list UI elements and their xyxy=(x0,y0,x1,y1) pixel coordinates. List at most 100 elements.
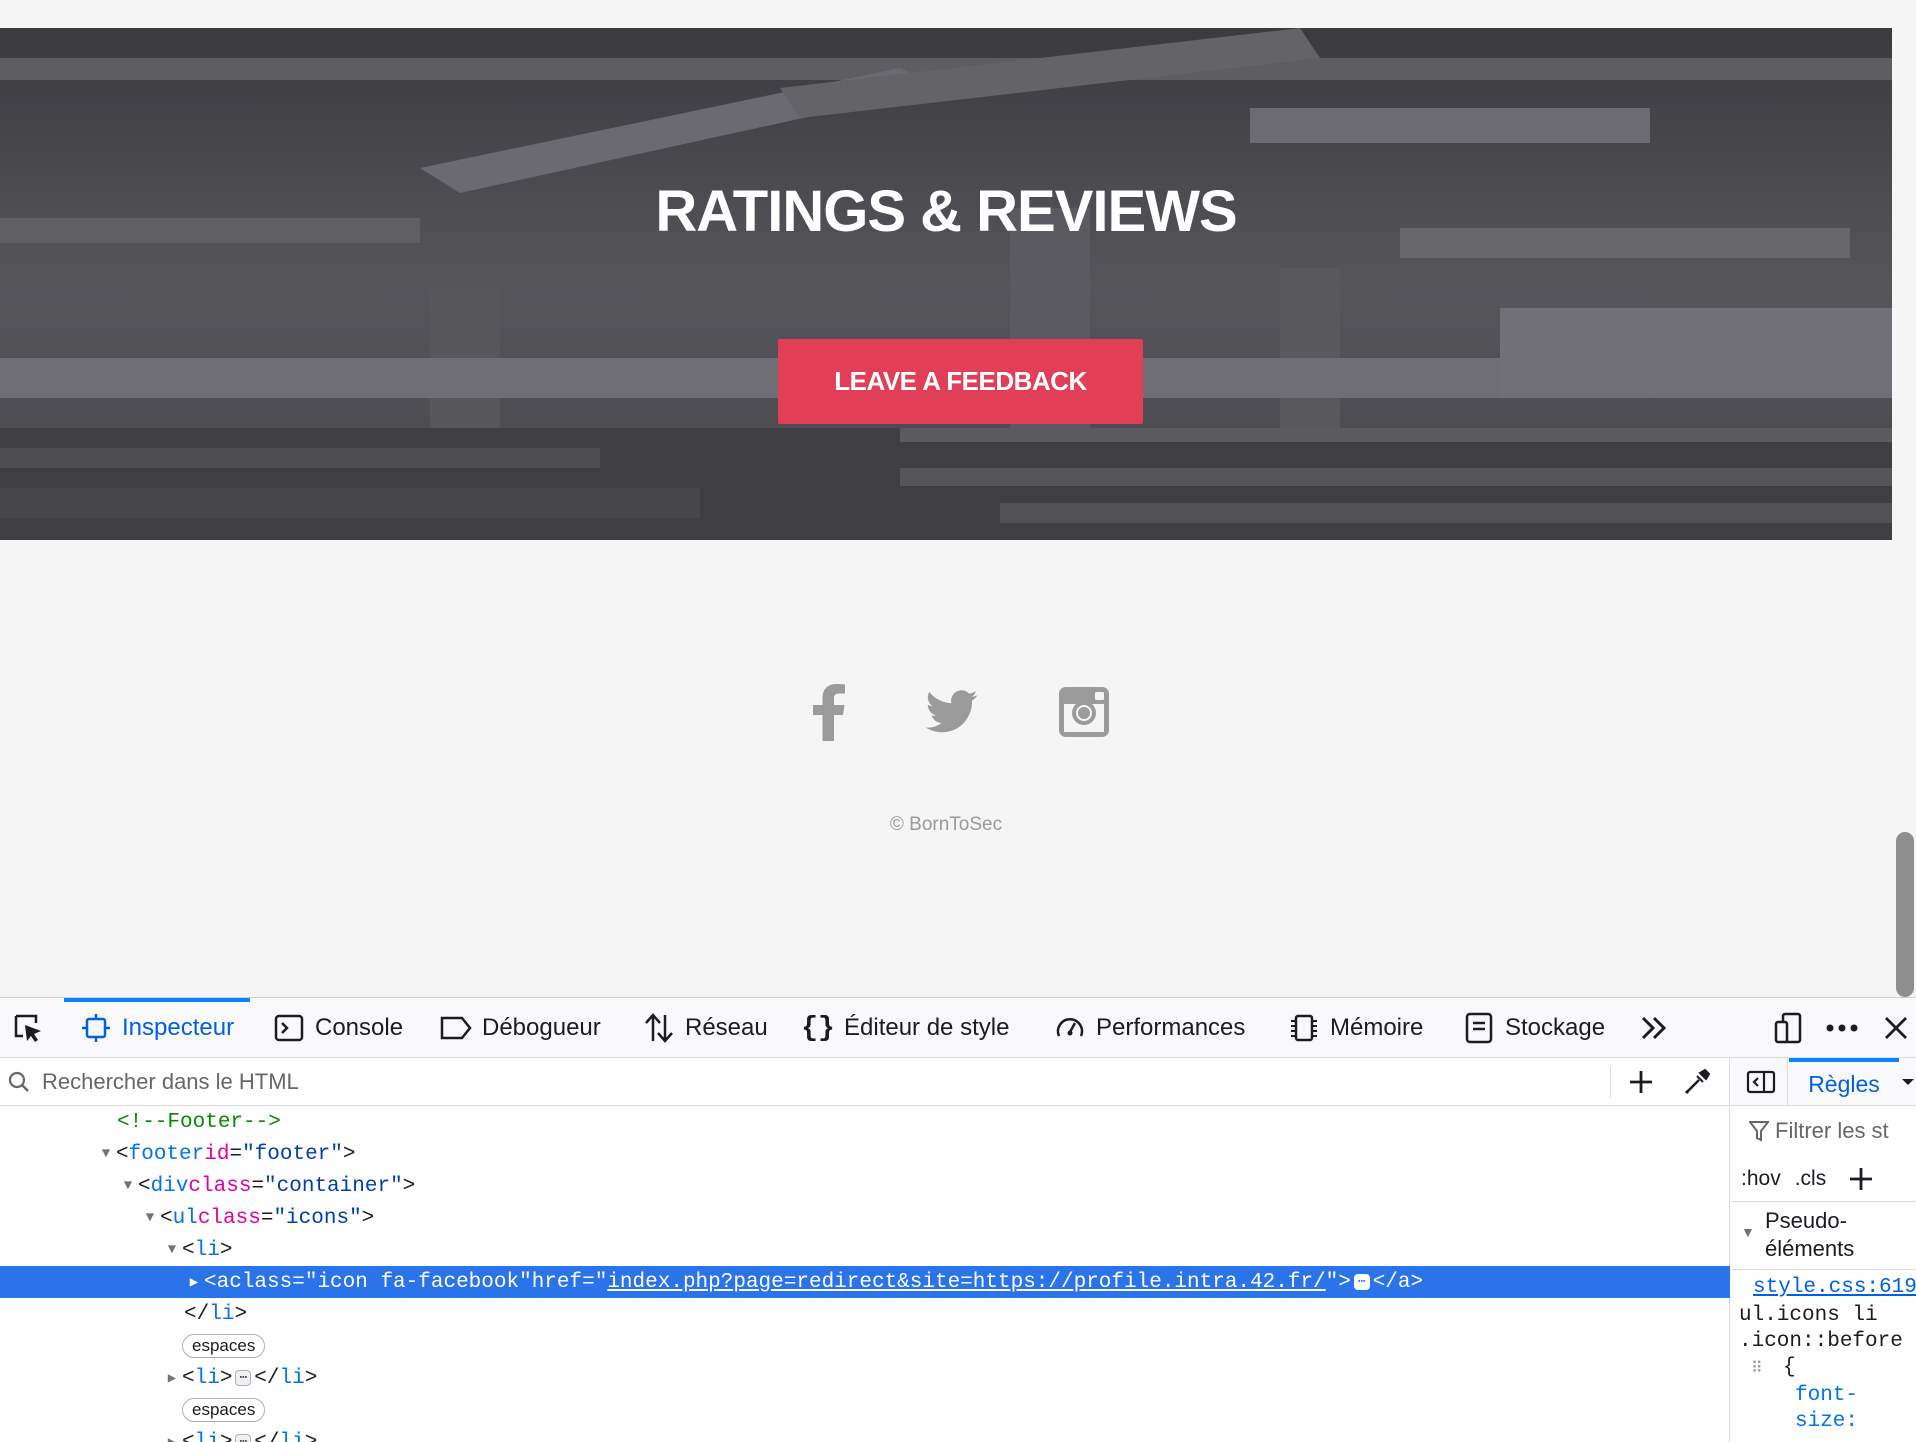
css-selector-line2: .icon::before xyxy=(1739,1330,1903,1353)
tag-name: li xyxy=(209,1302,235,1326)
tag-name: ul xyxy=(172,1206,198,1230)
tag-name: li xyxy=(279,1430,305,1442)
leave-feedback-button[interactable]: LEAVE A FEEDBACK xyxy=(778,339,1143,424)
collapsed-triangle-icon[interactable]: ▶ xyxy=(162,1434,182,1442)
cls-toggle[interactable]: .cls xyxy=(1795,1167,1827,1191)
href-link[interactable]: index.php?page=redirect&site=https://pro… xyxy=(607,1271,1325,1294)
more-tools-button[interactable] xyxy=(1634,998,1674,1058)
copyright-text: © BornToSec xyxy=(889,814,1003,835)
tab-performances[interactable]: Performances xyxy=(1054,998,1245,1058)
tab-reseau[interactable]: Réseau xyxy=(643,998,768,1058)
pseudo-label-line2: éléments xyxy=(1765,1236,1855,1261)
sidebar-tabs-dropdown[interactable] xyxy=(1901,1072,1916,1092)
tree-row-li-collapsed[interactable]: ▶<li>⋯</li> xyxy=(0,1426,1730,1442)
responsive-design-icon xyxy=(1774,1012,1802,1044)
plus-icon xyxy=(1630,1071,1652,1093)
collapsed-triangle-icon[interactable]: ▶ xyxy=(184,1274,204,1291)
ratings-hero-section: RATINGS & REVIEWS LEAVE A FEEDBACK xyxy=(0,28,1892,540)
tab-memoire-label: Mémoire xyxy=(1330,1014,1424,1041)
toggle-sidebar-button[interactable] xyxy=(1743,1066,1779,1098)
tab-editeur-de-style[interactable]: {} Éditeur de style xyxy=(801,998,1010,1058)
tag-name: li xyxy=(194,1430,220,1442)
tab-stockage-label: Stockage xyxy=(1505,1014,1606,1041)
tab-debogueur-label: Débogueur xyxy=(482,1014,601,1041)
page-scrollbar[interactable] xyxy=(1892,0,1916,997)
collapsed-children-ellipsis[interactable]: ⋯ xyxy=(1353,1274,1370,1290)
eyedropper-icon xyxy=(1684,1068,1711,1095)
hov-toggle[interactable]: :hov xyxy=(1741,1167,1781,1191)
devtools-panel: Inspecteur Console Débogueur Réseau {} É… xyxy=(0,997,1916,1442)
element-picker-button[interactable] xyxy=(8,998,48,1058)
tab-inspecteur-label: Inspecteur xyxy=(122,1014,235,1041)
tree-row-li[interactable]: ▼ < li > xyxy=(0,1234,1730,1266)
eyedropper-button[interactable] xyxy=(1674,1058,1720,1106)
attr-value: "icons" xyxy=(273,1206,362,1230)
css-property-line1[interactable]: font- xyxy=(1795,1384,1858,1407)
instagram-icon xyxy=(1059,687,1109,737)
drag-handle-icon[interactable]: ⠿ xyxy=(1751,1358,1763,1378)
twitter-link[interactable] xyxy=(922,682,982,742)
tree-row-a-facebook-selected[interactable]: ▶ < a class = "icon fa-facebook" href =" index… xyxy=(0,1266,1730,1298)
markup-view: <!--Footer--> ▼<footer id="footer"> ▼<di… xyxy=(0,1058,1730,1442)
html-tree: <!--Footer--> ▼ < footer id = "footer" > ▼ < di… xyxy=(0,1106,1730,1442)
collapsed-children-ellipsis[interactable]: ⋯ xyxy=(235,1434,252,1442)
attr-value: "icon fa-facebook" xyxy=(304,1270,532,1294)
hero-background-image xyxy=(0,28,1892,540)
css-property-line2[interactable]: size: xyxy=(1795,1410,1858,1433)
collapsed-children-ellipsis[interactable]: ⋯ xyxy=(235,1370,252,1386)
tab-console[interactable]: Console xyxy=(273,998,403,1058)
tree-row-div-container[interactable]: ▼ < div class = "container" > xyxy=(0,1170,1730,1202)
element-picker-icon xyxy=(14,1014,41,1042)
close-devtools-button[interactable] xyxy=(1876,998,1916,1058)
attr-value: "footer" xyxy=(242,1142,343,1166)
expanded-triangle-icon[interactable]: ▼ xyxy=(140,1210,160,1226)
storage-icon xyxy=(1463,1012,1495,1044)
devtools-menu-button[interactable] xyxy=(1822,998,1862,1058)
attr-name: class xyxy=(229,1270,293,1294)
attr-value: "container" xyxy=(264,1174,403,1198)
rules-pseudo-toggles: :hov .cls xyxy=(1731,1156,1916,1202)
responsive-mode-button[interactable] xyxy=(1768,998,1808,1058)
tab-regles[interactable]: Règles xyxy=(1789,1058,1899,1106)
whitespace-badge[interactable]: espaces xyxy=(182,1398,266,1422)
tab-inspecteur[interactable]: Inspecteur xyxy=(64,998,251,1058)
attr-name: id xyxy=(204,1142,230,1166)
tab-memoire[interactable]: Mémoire xyxy=(1288,998,1423,1058)
tree-row-footer[interactable]: ▼ < footer id = "footer" > xyxy=(0,1138,1730,1170)
expanded-triangle-icon[interactable]: ▼ xyxy=(162,1242,182,1258)
tab-debogueur[interactable]: Débogueur xyxy=(440,998,601,1058)
close-icon xyxy=(1885,1017,1907,1039)
hero-title: RATINGS & REVIEWS xyxy=(655,179,1237,244)
rules-tab-divider xyxy=(1787,1058,1788,1106)
chevron-down-icon xyxy=(1902,1079,1914,1085)
rules-filter-bar[interactable]: Filtrer les st xyxy=(1731,1106,1916,1156)
facebook-link[interactable] xyxy=(799,682,859,742)
plus-icon xyxy=(1850,1167,1873,1190)
pseudo-elements-header[interactable]: ▼ Pseudo- éléments xyxy=(1731,1202,1916,1270)
tab-editeur-de-style-label: Éditeur de style xyxy=(844,1014,1010,1041)
expanded-triangle-icon[interactable]: ▼ xyxy=(96,1146,116,1162)
collapsed-triangle-icon[interactable]: ▶ xyxy=(162,1370,182,1387)
inspector-icon xyxy=(80,1012,112,1044)
tree-row-li-close[interactable]: </li > xyxy=(0,1298,1730,1330)
add-rule-button[interactable] xyxy=(1848,1166,1874,1192)
tag-name: li xyxy=(194,1238,220,1262)
tree-row-whitespace[interactable]: espaces xyxy=(0,1394,1730,1426)
stylesheet-source-link[interactable]: style.css:619 xyxy=(1753,1276,1916,1299)
tree-row-ul-icons[interactable]: ▼ < ul class = "icons" > xyxy=(0,1202,1730,1234)
add-node-button[interactable] xyxy=(1618,1058,1664,1106)
tag-name: li xyxy=(194,1366,220,1390)
filter-icon xyxy=(1749,1121,1769,1142)
expanded-triangle-icon[interactable]: ▼ xyxy=(118,1178,138,1194)
rules-sidebar: Règles Filtrer les st :hov .cls ▼ Pseudo… xyxy=(1731,1058,1916,1442)
instagram-link[interactable] xyxy=(1054,682,1114,742)
tab-stockage[interactable]: Stockage xyxy=(1463,998,1605,1058)
tree-row-li-collapsed[interactable]: ▶<li>⋯</li> xyxy=(0,1362,1730,1394)
tag-name: li xyxy=(279,1366,305,1390)
html-search-input[interactable] xyxy=(34,1061,1594,1102)
search-bar-divider xyxy=(1610,1066,1611,1098)
tree-row-comment[interactable]: <!--Footer--> xyxy=(0,1106,1730,1138)
page-scrollbar-thumb[interactable] xyxy=(1896,832,1914,997)
whitespace-badge[interactable]: espaces xyxy=(182,1334,266,1358)
tree-row-whitespace[interactable]: espaces xyxy=(0,1330,1730,1362)
